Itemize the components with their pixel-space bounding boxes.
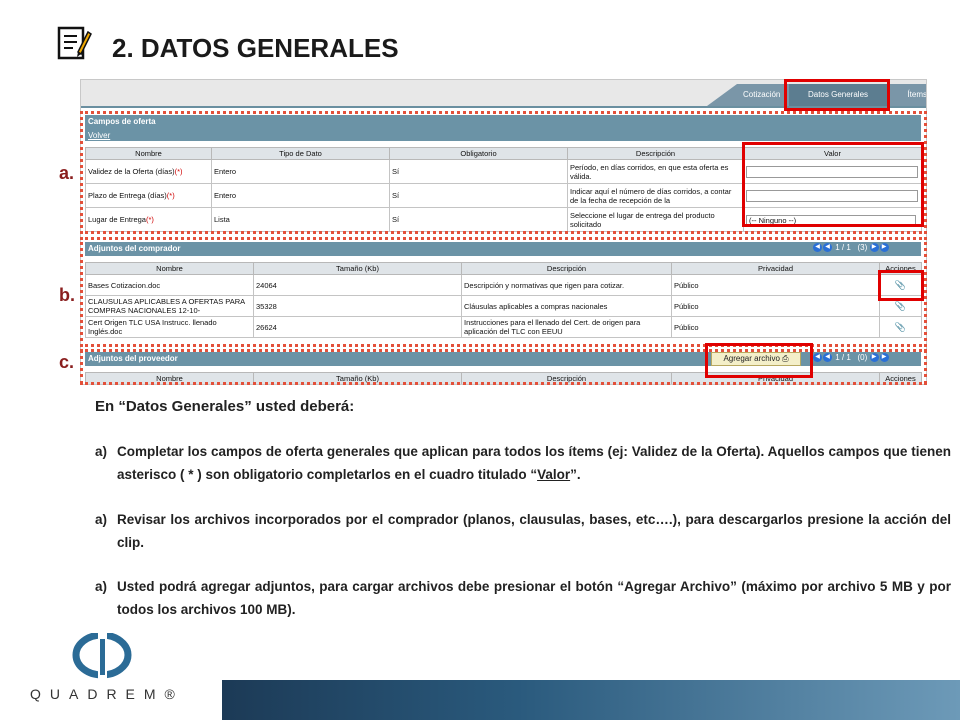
label-c: c. (59, 352, 75, 372)
bullet-1-text: Completar los campos de oferta generales… (117, 444, 951, 482)
bullet-1: a) Completar los campos de oferta genera… (95, 440, 951, 486)
label-b: b. (59, 285, 75, 305)
tab-slant (707, 84, 737, 106)
tab-highlight (784, 79, 890, 111)
bullet-3-text: Usted podrá agregar adjuntos, para carga… (117, 579, 951, 617)
bullet-marker: a) (95, 579, 108, 594)
tab-items-label: Ítems (907, 90, 927, 99)
valor-highlight (742, 142, 924, 227)
quadrem-logo-icon (72, 633, 132, 679)
bullet-2-text: Revisar los archivos incorporados por el… (117, 512, 951, 550)
clip-highlight (878, 270, 924, 301)
page-title: 2. DATOS GENERALES (112, 33, 399, 63)
agregar-highlight (705, 343, 813, 378)
label-a: a. (59, 163, 75, 183)
comprador-highlight (80, 237, 927, 347)
notepad-pencil-icon (57, 26, 92, 60)
bullet-2: a) Revisar los archivos incorporados por… (95, 508, 951, 554)
bullet-3: a) Usted podrá agregar adjuntos, para ca… (95, 575, 951, 621)
footer-band (222, 680, 960, 720)
logo-text: QUADREM® (30, 686, 184, 702)
instructions-title: En “Datos Generales” usted deberá: (95, 398, 355, 415)
bullet-marker: a) (95, 512, 108, 527)
bullet-marker: a) (95, 444, 108, 459)
